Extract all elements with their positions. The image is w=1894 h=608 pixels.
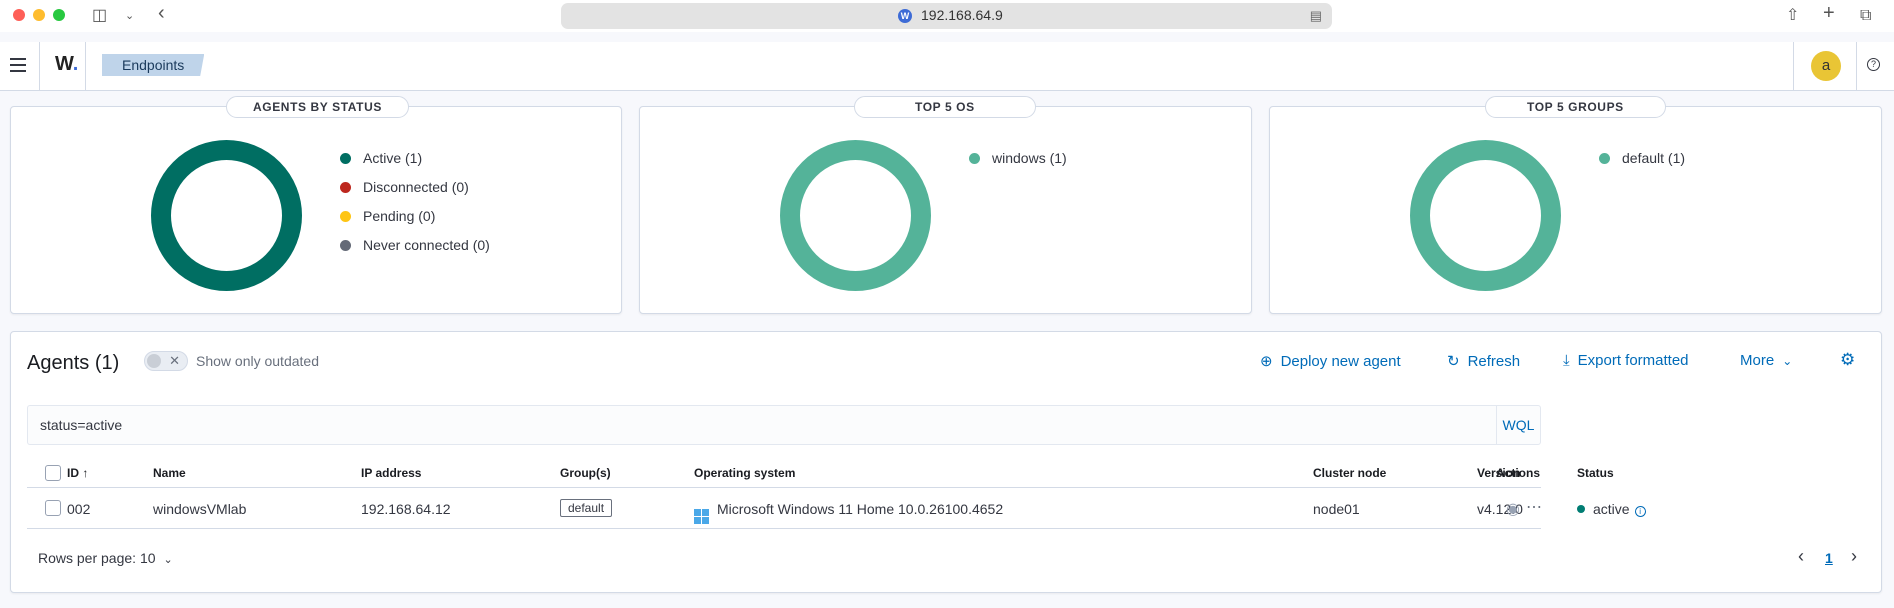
browser-toolbar: ◫ ⌄ ‹ W 192.168.64.9 ▤ ⇧ + ⧉ <box>0 0 1894 32</box>
select-all-checkbox[interactable] <box>45 465 61 481</box>
column-header-status[interactable]: Status <box>1577 466 1614 480</box>
status-donut-chart <box>151 140 302 291</box>
page-1-button[interactable]: 1 <box>1825 550 1833 566</box>
chevron-down-icon: ⌄ <box>163 554 173 566</box>
help-icon[interactable]: ? <box>1867 58 1880 71</box>
column-header-os[interactable]: Operating system <box>694 466 795 480</box>
agents-by-status-panel: AGENTS BY STATUS Active (1) Disconnected… <box>10 96 622 314</box>
status-dot-icon <box>1577 505 1585 513</box>
windows-dot-icon <box>969 153 980 164</box>
sort-ascending-icon: ↑ <box>82 466 89 480</box>
rows-per-page-selector[interactable]: Rows per page: 10 ⌄ <box>38 550 173 566</box>
sidebar-toggle-icon[interactable]: ◫ <box>92 6 107 26</box>
top-groups-panel: TOP 5 GROUPS default (1) <box>1269 96 1882 314</box>
toggle-knob <box>147 354 161 368</box>
pending-dot-icon <box>340 211 351 222</box>
disconnected-dot-icon <box>340 182 351 193</box>
info-icon[interactable]: i <box>1634 506 1646 517</box>
maximize-window-button[interactable] <box>53 9 65 21</box>
avatar[interactable]: a <box>1811 51 1841 81</box>
panel-title: AGENTS BY STATUS <box>226 96 409 118</box>
header-divider <box>39 42 40 91</box>
gear-icon[interactable]: ⚙ <box>1840 350 1855 370</box>
agents-table-panel: Agents (1) ✕ Show only outdated ⊕ Deploy … <box>10 331 1882 593</box>
column-header-name[interactable]: Name <box>153 466 186 480</box>
header-divider <box>1856 42 1857 91</box>
more-actions-icon[interactable]: ⋯ <box>1526 497 1542 517</box>
column-header-ip[interactable]: IP address <box>361 466 421 480</box>
legend-item-active[interactable]: Active (1) <box>340 148 490 177</box>
wql-button[interactable]: WQL <box>1496 405 1541 445</box>
new-tab-icon[interactable]: + <box>1823 3 1835 23</box>
agent-ip: 192.168.64.12 <box>361 501 451 517</box>
groups-legend: default (1) <box>1599 148 1685 177</box>
minimize-window-button[interactable] <box>33 9 45 21</box>
column-header-id[interactable]: ID ↑ <box>67 466 88 480</box>
row-checkbox[interactable] <box>45 500 61 516</box>
column-header-cluster-node[interactable]: Cluster node <box>1313 466 1386 480</box>
legend-item-pending[interactable]: Pending (0) <box>340 206 490 235</box>
windows-icon <box>694 509 709 524</box>
agent-os: Microsoft Windows 11 Home 10.0.26100.465… <box>694 501 1003 524</box>
site-favicon-icon: W <box>898 9 912 23</box>
never-connected-dot-icon <box>340 240 351 251</box>
url-text: 192.168.64.9 <box>921 7 1003 23</box>
search-input[interactable]: status=active <box>27 405 1496 445</box>
agent-status: active i <box>1577 501 1646 517</box>
header-divider <box>1793 42 1794 91</box>
previous-page-icon[interactable]: ‹ <box>1798 546 1804 567</box>
app-header: W. Endpoints a ? <box>0 42 1894 91</box>
agent-name: windowsVMlab <box>153 501 247 517</box>
active-dot-icon <box>340 153 351 164</box>
outdated-toggle[interactable]: ✕ <box>144 351 188 371</box>
os-donut-chart <box>780 140 931 291</box>
table-row[interactable]: 002 windowsVMlab 192.168.64.12 default M… <box>27 489 1646 529</box>
chevron-down-icon: ⌄ <box>1782 354 1793 368</box>
agent-group[interactable]: default <box>560 499 613 517</box>
agent-id: 002 <box>67 501 91 517</box>
legend-item-default[interactable]: default (1) <box>1599 148 1685 177</box>
close-icon: ✕ <box>169 353 180 368</box>
plus-circle-icon: ⊕ <box>1260 353 1273 370</box>
address-bar[interactable]: W 192.168.64.9 ▤ <box>561 3 1332 29</box>
column-header-actions: Actions <box>1496 466 1541 480</box>
close-window-button[interactable] <box>13 9 25 21</box>
legend-item-never-connected[interactable]: Never connected (0) <box>340 235 490 264</box>
view-eye-icon[interactable]: ◉ <box>1506 499 1520 519</box>
header-divider <box>85 42 86 91</box>
agents-title: Agents (1) <box>27 352 120 374</box>
refresh-icon: ↻ <box>1447 353 1460 370</box>
next-page-icon[interactable]: › <box>1851 546 1857 567</box>
panel-title: TOP 5 OS <box>854 96 1036 118</box>
tab-overview-icon[interactable]: ⧉ <box>1860 6 1871 26</box>
more-button[interactable]: More ⌄ <box>1740 352 1792 369</box>
deploy-new-agent-button[interactable]: ⊕ Deploy new agent <box>1260 352 1401 370</box>
chevron-down-icon[interactable]: ⌄ <box>125 6 134 26</box>
panel-title: TOP 5 GROUPS <box>1485 96 1666 118</box>
back-icon[interactable]: ‹ <box>158 3 165 23</box>
export-icon: ⤓ <box>1563 352 1570 369</box>
status-legend: Active (1) Disconnected (0) Pending (0) … <box>340 148 490 264</box>
toggle-label: Show only outdated <box>196 353 319 369</box>
reader-icon[interactable]: ▤ <box>1310 8 1322 24</box>
groups-donut-chart <box>1410 140 1561 291</box>
group-badge[interactable]: default <box>560 499 613 517</box>
app-logo[interactable]: W. <box>55 53 78 76</box>
os-legend: windows (1) <box>969 148 1067 177</box>
legend-item-windows[interactable]: windows (1) <box>969 148 1067 177</box>
column-header-groups[interactable]: Group(s) <box>560 466 611 480</box>
menu-icon[interactable] <box>10 58 26 76</box>
top-os-panel: TOP 5 OS windows (1) <box>639 96 1252 314</box>
refresh-button[interactable]: ↻ Refresh <box>1447 352 1520 370</box>
share-icon[interactable]: ⇧ <box>1786 6 1799 26</box>
table-header: ID ↑ Name IP address Group(s) Operating … <box>27 458 1614 488</box>
export-formatted-button[interactable]: ⤓ Export formatted <box>1563 352 1689 369</box>
agent-cluster-node: node01 <box>1313 501 1360 517</box>
breadcrumb-endpoints[interactable]: Endpoints <box>102 54 205 76</box>
default-dot-icon <box>1599 153 1610 164</box>
legend-item-disconnected[interactable]: Disconnected (0) <box>340 177 490 206</box>
search-query-text: status=active <box>40 417 123 433</box>
